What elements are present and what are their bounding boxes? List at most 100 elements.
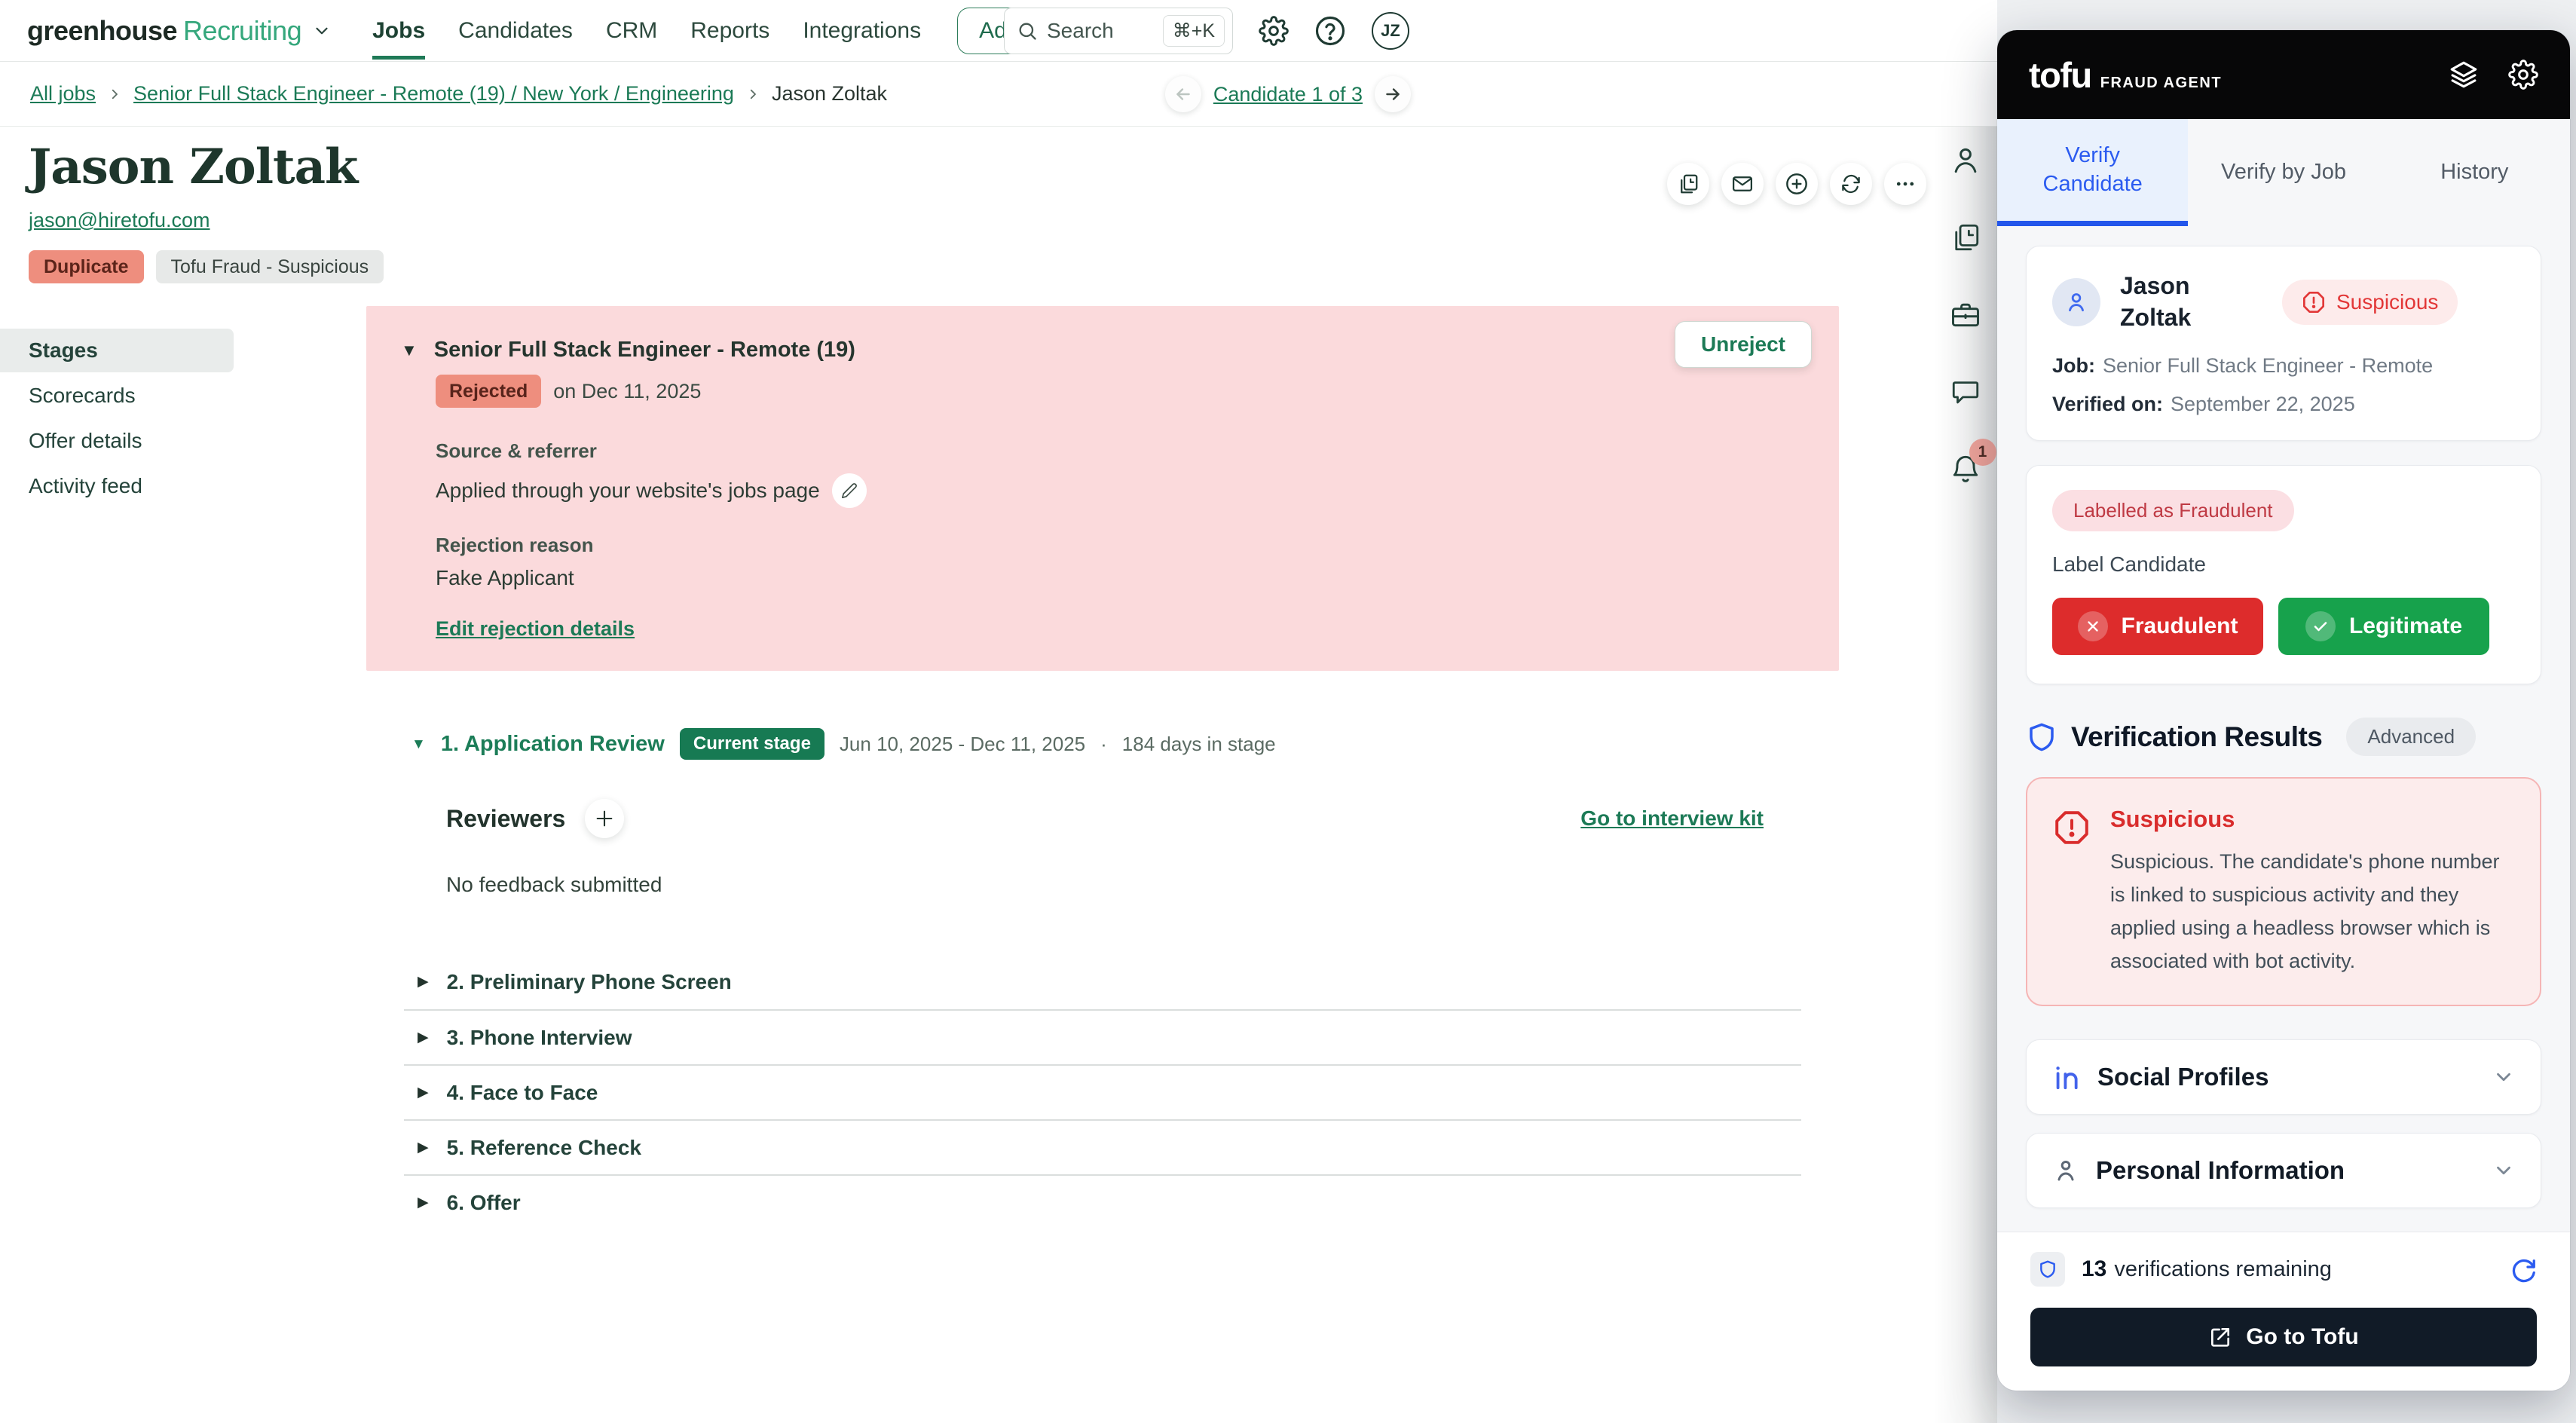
next-candidate-button[interactable] <box>1375 76 1411 112</box>
tab-verify-by-job[interactable]: Verify by Job <box>2188 119 2379 226</box>
edit-rejection-details-link[interactable]: Edit rejection details <box>436 617 635 641</box>
layers-button[interactable] <box>2448 59 2480 90</box>
right-icon-rail: 1 <box>1933 127 1997 1423</box>
nav-item-integrations[interactable]: Integrations <box>803 0 921 62</box>
go-to-interview-kit-link[interactable]: Go to interview kit <box>1580 806 1764 831</box>
verification-results-header: Verification Results Advanced <box>2026 718 2541 757</box>
question-icon <box>1315 16 1345 46</box>
sidenav-item-stages[interactable]: Stages <box>0 329 234 372</box>
transfer-candidate-button[interactable] <box>1830 163 1872 205</box>
tofu-logo-wordmark: tofu <box>2029 54 2092 95</box>
legitimate-button[interactable]: Legitimate <box>2278 598 2489 656</box>
tofu-settings-button[interactable] <box>2508 60 2538 90</box>
help-button[interactable] <box>1314 15 1346 47</box>
search-icon <box>1017 20 1038 41</box>
prev-candidate-button[interactable] <box>1164 76 1201 112</box>
briefcase-icon <box>1951 303 1979 327</box>
banner-job-title: Senior Full Stack Engineer - Remote (19) <box>433 338 855 362</box>
gear-icon <box>1259 16 1289 46</box>
candidate-email-link[interactable]: jason@hiretofu.com <box>29 209 210 232</box>
breadcrumb-bar: All jobs Senior Full Stack Engineer - Re… <box>0 62 1997 127</box>
sync-icon <box>1842 174 1860 194</box>
breadcrumb-job[interactable]: Senior Full Stack Engineer - Remote (19)… <box>133 82 734 106</box>
search-shortcut-badge: ⌘+K <box>1162 15 1225 47</box>
person-icon <box>2057 1161 2074 1181</box>
candidate-pager-link[interactable]: Candidate 1 of 3 <box>1213 83 1363 106</box>
breadcrumb-all-jobs[interactable]: All jobs <box>30 82 96 106</box>
settings-button[interactable] <box>1259 16 1289 46</box>
tofu-tabs: Verify Candidate Verify by Job History <box>1997 119 2570 226</box>
source-referrer-label: Source & referrer <box>436 439 597 462</box>
advanced-badge[interactable]: Advanced <box>2346 718 2477 757</box>
greenhouse-logo[interactable]: greenhouse Recruiting <box>27 15 332 47</box>
documents-rail-button[interactable] <box>1948 220 1983 255</box>
pencil-icon <box>841 483 857 498</box>
stage-title-application-review[interactable]: 1. Application Review <box>441 732 665 757</box>
notifications-rail-button[interactable]: 1 <box>1948 439 1996 485</box>
nav-item-crm[interactable]: CRM <box>606 0 657 62</box>
sidenav-item-activity-feed[interactable]: Activity feed <box>0 464 366 508</box>
stage-row-reference-check[interactable]: ▶ 5. Reference Check <box>404 1119 1801 1174</box>
tab-history[interactable]: History <box>2379 119 2570 226</box>
refresh-credits-button[interactable] <box>2510 1256 2537 1283</box>
suspicious-status-badge: Suspicious <box>2282 279 2458 325</box>
go-to-tofu-button[interactable]: Go to Tofu <box>2030 1308 2537 1366</box>
chat-icon <box>1952 381 1978 404</box>
copy-candidate-button[interactable] <box>1667 163 1709 205</box>
candidate-details-rail-button[interactable] <box>1948 143 1983 178</box>
nav-item-candidates[interactable]: Candidates <box>458 0 573 62</box>
copy-icon <box>1681 174 1698 194</box>
tag-tofu-fraud-suspicious[interactable]: Tofu Fraud - Suspicious <box>155 250 384 283</box>
notification-badge: 1 <box>1969 439 1996 466</box>
add-reviewer-button[interactable] <box>585 799 625 838</box>
stage-row-preliminary-phone-screen[interactable]: ▶ 2. Preliminary Phone Screen <box>404 954 1801 1009</box>
sidenav-item-offer-details[interactable]: Offer details <box>0 419 366 463</box>
stage-row-phone-interview[interactable]: ▶ 3. Phone Interview <box>404 1009 1801 1064</box>
documents-icon <box>1954 224 1978 251</box>
unreject-button[interactable]: Unreject <box>1674 321 1812 368</box>
current-stage-section: ▼ 1. Application Review Current stage Ju… <box>366 728 1839 897</box>
collapse-triangle-icon[interactable]: ▼ <box>401 341 418 359</box>
stage-row-face-to-face[interactable]: ▶ 4. Face to Face <box>404 1064 1801 1119</box>
greenhouse-app: greenhouse Recruiting Jobs Candidates CR… <box>0 0 1997 1423</box>
rejection-banner: Unreject ▼ Senior Full Stack Engineer - … <box>366 306 1839 671</box>
plus-icon <box>596 810 613 827</box>
chevron-right-icon <box>746 87 760 101</box>
search-placeholder: Search <box>1047 19 1114 42</box>
label-candidate-heading: Label Candidate <box>2052 552 2206 577</box>
tab-verify-candidate[interactable]: Verify Candidate <box>1997 119 2189 226</box>
add-to-another-job-button[interactable] <box>1776 163 1818 205</box>
sidenav-item-scorecards[interactable]: Scorecards <box>0 374 366 418</box>
arrow-left-icon <box>1176 88 1190 100</box>
rejection-reason-label: Rejection reason <box>436 534 594 556</box>
labelled-as-fraudulent-badge: Labelled as Fraudulent <box>2052 490 2294 532</box>
more-actions-button[interactable] <box>1884 163 1926 205</box>
candidate-tags: Duplicate Tofu Fraud - Suspicious <box>29 250 1997 283</box>
search-input[interactable]: Search ⌘+K <box>1004 8 1233 54</box>
notes-rail-button[interactable] <box>1948 374 1983 409</box>
tag-duplicate[interactable]: Duplicate <box>29 250 144 283</box>
source-referrer-value: Applied through your website's jobs page <box>436 479 820 502</box>
nav-item-label: Jobs <box>372 18 426 60</box>
edit-source-button[interactable] <box>831 473 867 508</box>
nav-item-jobs[interactable]: Jobs <box>372 0 426 62</box>
candidate-pager: Candidate 1 of 3 <box>1164 62 1411 127</box>
rejected-date: on Dec 11, 2025 <box>553 379 702 402</box>
social-profiles-accordion[interactable]: Social Profiles <box>2026 1039 2541 1115</box>
stage-row-offer[interactable]: ▶ 6. Offer <box>404 1174 1801 1229</box>
user-avatar[interactable]: JZ <box>1372 12 1409 50</box>
nav-item-label: Reports <box>690 17 770 43</box>
suspicious-alert: Suspicious Suspicious. The candidate's p… <box>2026 777 2541 1007</box>
tofu-logo-tagline: FRAUD AGENT <box>2100 74 2223 91</box>
x-circle-icon <box>2077 611 2108 642</box>
candidate-avatar <box>2052 277 2100 326</box>
breadcrumb: All jobs Senior Full Stack Engineer - Re… <box>30 82 887 106</box>
jobs-rail-button[interactable] <box>1948 297 1983 332</box>
expand-triangle-icon: ▶ <box>418 974 429 990</box>
personal-information-accordion[interactable]: Personal Information <box>2026 1133 2541 1209</box>
nav-item-reports[interactable]: Reports <box>690 0 769 62</box>
external-link-icon <box>2211 1328 2230 1347</box>
collapse-triangle-icon[interactable]: ▼ <box>411 737 426 751</box>
fraudulent-button[interactable]: Fraudulent <box>2052 598 2263 656</box>
email-candidate-button[interactable] <box>1721 163 1764 205</box>
